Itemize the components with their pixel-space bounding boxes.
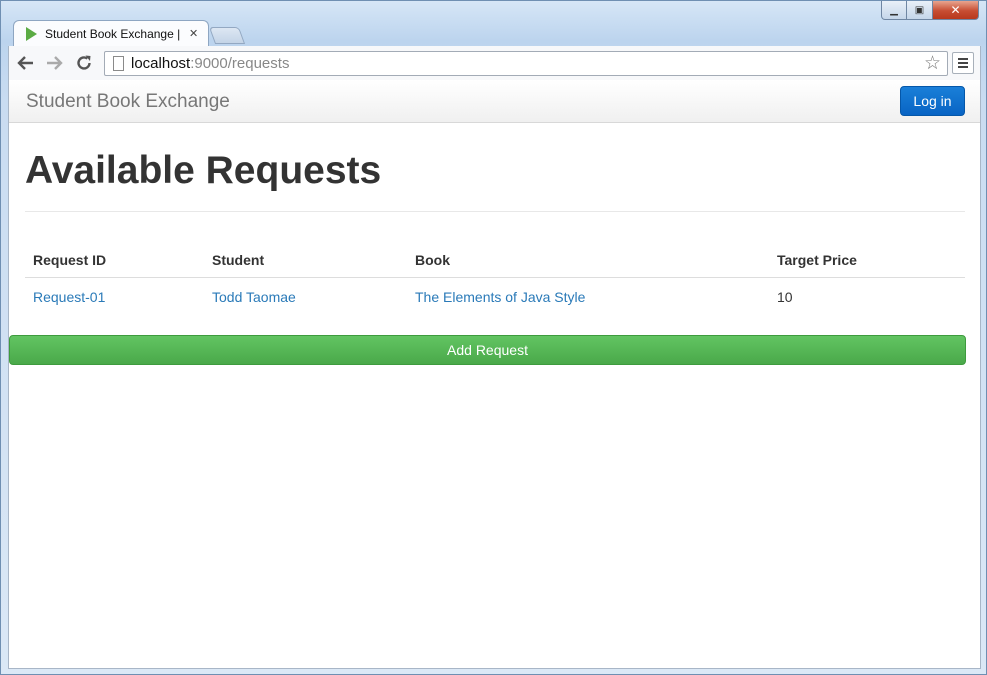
- table-header-row: Request ID Student Book Target Price: [25, 247, 965, 278]
- request-id-link[interactable]: Request-01: [33, 289, 105, 305]
- table-row: Request-01 Todd Taomae The Elements of J…: [25, 278, 965, 315]
- window-controls: ▁ ▣ ✕: [881, 1, 979, 21]
- student-link[interactable]: Todd Taomae: [212, 289, 296, 305]
- column-header-student: Student: [204, 247, 407, 278]
- target-price-cell: 10: [777, 289, 793, 305]
- page-title: Available Requests: [25, 149, 382, 192]
- cell-request-id: Request-01: [25, 278, 204, 315]
- requests-table: Request ID Student Book Target Price Req…: [25, 247, 965, 314]
- page-icon: [113, 56, 124, 71]
- cell-book: The Elements of Java Style: [407, 278, 769, 315]
- login-button[interactable]: Log in: [900, 86, 965, 116]
- divider: [25, 211, 965, 212]
- tab-title: Student Book Exchange | R: [45, 26, 183, 41]
- site-brand[interactable]: Student Book Exchange: [26, 91, 230, 113]
- url-text: localhost:9000/requests: [131, 55, 290, 72]
- column-header-book: Book: [407, 247, 769, 278]
- column-header-request-id: Request ID: [25, 247, 204, 278]
- minimize-button[interactable]: ▁: [881, 1, 907, 20]
- menu-icon[interactable]: [952, 52, 974, 74]
- tab-close-icon[interactable]: ✕: [189, 27, 198, 40]
- add-request-button[interactable]: Add Request: [9, 335, 966, 365]
- address-bar[interactable]: localhost:9000/requests ☆: [104, 51, 948, 76]
- maximize-button[interactable]: ▣: [907, 1, 933, 20]
- forward-arrow-icon[interactable]: [43, 52, 65, 74]
- browser-window: ▁ ▣ ✕ Student Book Exchange | R ✕ localh…: [0, 0, 987, 675]
- play-favicon-icon: [26, 26, 37, 41]
- back-arrow-icon[interactable]: [15, 52, 37, 74]
- page-viewport: Student Book Exchange Log in Available R…: [8, 80, 981, 669]
- close-window-button[interactable]: ✕: [933, 1, 979, 20]
- reload-icon[interactable]: [73, 52, 95, 74]
- browser-toolbar: localhost:9000/requests ☆: [8, 46, 981, 80]
- column-header-target-price: Target Price: [769, 247, 965, 278]
- site-navbar: Student Book Exchange Log in: [9, 80, 980, 123]
- book-link[interactable]: The Elements of Java Style: [415, 289, 585, 305]
- new-tab-button[interactable]: [208, 27, 246, 44]
- cell-student: Todd Taomae: [204, 278, 407, 315]
- star-icon[interactable]: ☆: [924, 52, 941, 74]
- browser-tab[interactable]: Student Book Exchange | R ✕: [13, 20, 209, 46]
